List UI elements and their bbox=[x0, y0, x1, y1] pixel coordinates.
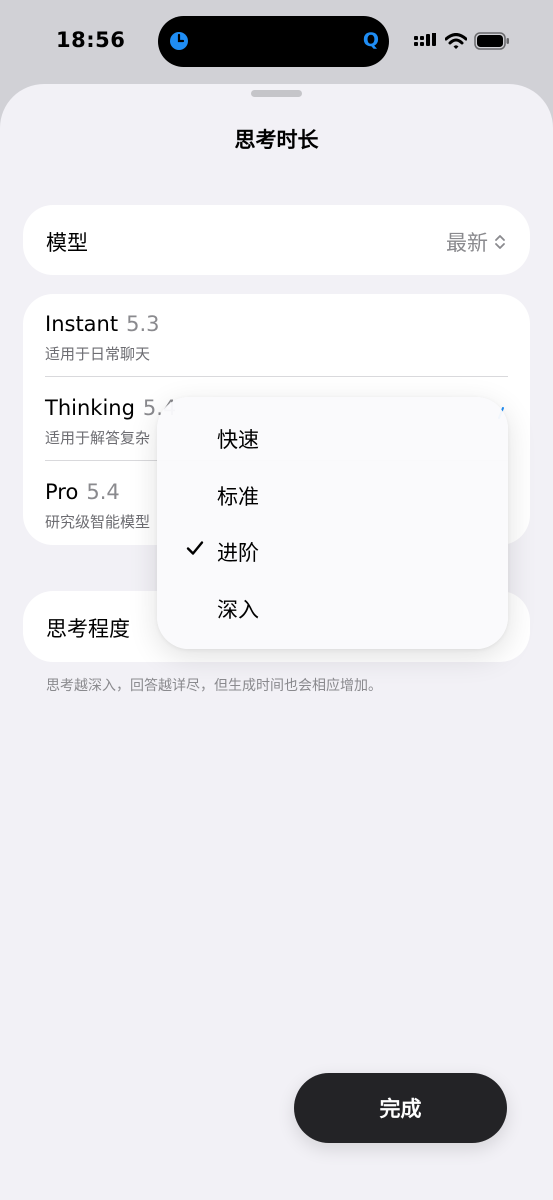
model-description: 适用于解答复杂 bbox=[45, 429, 151, 447]
model-item-instant[interactable]: Instant 5.3 适用于日常聊天 bbox=[23, 294, 530, 378]
model-name: Thinking bbox=[45, 396, 135, 420]
list-divider bbox=[45, 376, 508, 377]
status-time: 18:56 bbox=[56, 28, 126, 52]
model-name: Pro bbox=[45, 480, 79, 504]
model-item-title: Instant 5.3 bbox=[45, 312, 160, 336]
model-description: 适用于日常聊天 bbox=[45, 345, 151, 363]
menu-item-standard[interactable]: 标准 bbox=[157, 467, 508, 523]
menu-item-fast[interactable]: 快速 bbox=[157, 410, 508, 466]
wifi-icon bbox=[445, 32, 467, 49]
clock-icon bbox=[170, 32, 188, 50]
model-version: 5.3 bbox=[126, 312, 160, 336]
status-bar: 18:56 Q bbox=[0, 0, 553, 84]
model-value[interactable]: 最新 bbox=[446, 227, 506, 257]
menu-item-label: 深入 bbox=[217, 598, 259, 622]
menu-item-advanced[interactable]: 进阶 bbox=[157, 523, 508, 579]
chevron-up-down-icon bbox=[495, 235, 505, 249]
model-value-text: 最新 bbox=[446, 231, 488, 255]
menu-item-deep[interactable]: 深入 bbox=[157, 580, 508, 636]
effort-footnote: 思考越深入，回答越详尽，但生成时间也会相应增加。 bbox=[46, 678, 382, 694]
cellular-signal-icon bbox=[414, 33, 436, 46]
model-version: 5.4 bbox=[86, 480, 120, 504]
effort-dropdown-menu: 快速 标准 进阶 深入 bbox=[157, 397, 508, 649]
checkmark-icon bbox=[186, 541, 204, 555]
menu-item-label: 快速 bbox=[217, 428, 259, 452]
sheet-title: 思考时长 bbox=[234, 128, 319, 152]
model-name: Instant bbox=[45, 312, 119, 336]
island-app-glyph: Q bbox=[362, 29, 379, 51]
model-description: 研究级智能模型 bbox=[45, 513, 151, 531]
effort-label: 思考程度 bbox=[46, 617, 130, 641]
model-selector-row[interactable]: 模型 最新 bbox=[23, 205, 530, 275]
model-label: 模型 bbox=[46, 231, 88, 255]
done-button[interactable]: 完成 bbox=[294, 1073, 507, 1143]
battery-icon bbox=[474, 32, 509, 50]
menu-item-label: 进阶 bbox=[217, 541, 259, 565]
sheet-grabber[interactable] bbox=[251, 90, 302, 97]
model-item-title: Pro 5.4 bbox=[45, 480, 120, 504]
status-icons bbox=[414, 31, 510, 51]
menu-item-label: 标准 bbox=[217, 485, 259, 509]
dynamic-island[interactable]: Q bbox=[158, 16, 389, 67]
